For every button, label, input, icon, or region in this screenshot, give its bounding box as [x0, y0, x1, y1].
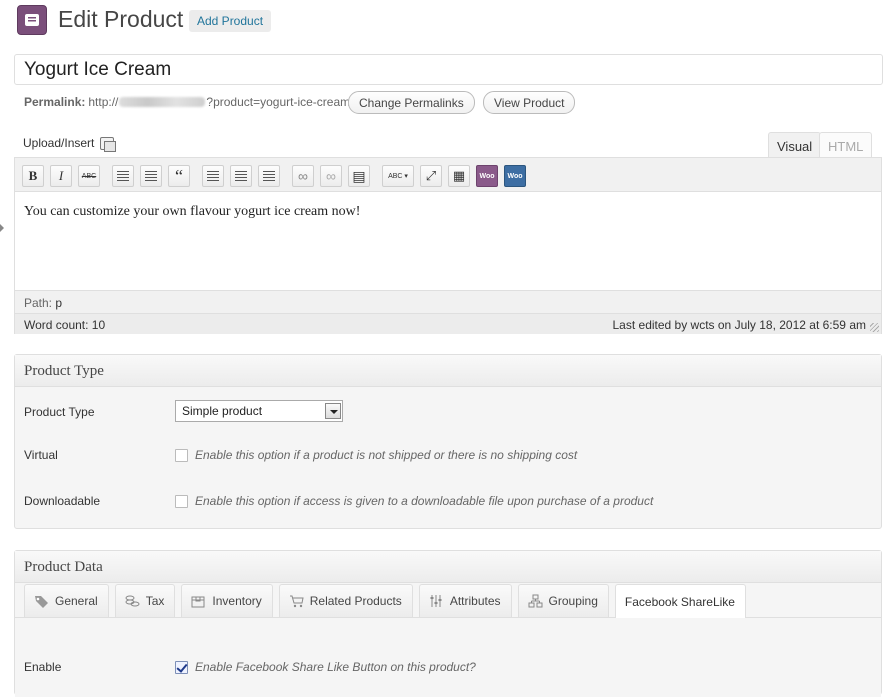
upload-insert[interactable]: Upload/Insert: [23, 136, 117, 152]
downloadable-label: Downloadable: [24, 494, 101, 508]
italic-icon[interactable]: I: [50, 165, 72, 187]
enable-facebook-description: Enable Facebook Share Like Button on thi…: [195, 660, 476, 674]
path-label: Path:: [24, 296, 53, 310]
editor-path: Path: p: [24, 296, 62, 310]
chevron-down-icon[interactable]: [325, 403, 341, 419]
enable-facebook-checkbox[interactable]: [175, 661, 188, 674]
bold-icon[interactable]: B: [22, 165, 44, 187]
tab-tax-label: Tax: [145, 594, 165, 608]
tab-inventory[interactable]: Inventory: [181, 584, 273, 617]
tab-tax[interactable]: Tax: [114, 584, 176, 617]
permalink-suffix: ?product=yogurt-ice-cream: [206, 95, 351, 109]
permalink-label: Permalink:: [24, 95, 86, 109]
spellcheck-icon[interactable]: ABC ▾: [382, 165, 414, 187]
fullscreen-icon[interactable]: ⤢: [420, 165, 442, 187]
tab-inventory-label: Inventory: [212, 594, 262, 608]
tab-general[interactable]: General: [24, 584, 109, 617]
spellcheck-label: ABC: [388, 172, 403, 180]
tab-attributes-label: Attributes: [449, 594, 501, 608]
virtual-checkbox[interactable]: [175, 449, 188, 462]
woo-shortcode-icon[interactable]: Woo: [476, 165, 498, 187]
tab-visual[interactable]: Visual: [768, 132, 822, 159]
change-permalinks-button[interactable]: Change Permalinks: [348, 91, 475, 114]
box-icon: [191, 596, 205, 608]
path-value: p: [55, 296, 63, 310]
content-editor: B I ABC “ ∞ ∞ ▤ ABC ▾ ⤢ ▦ Woo Woo You ca…: [14, 157, 882, 334]
tab-facebook-sharelike[interactable]: Facebook ShareLike: [614, 584, 746, 618]
product-type-label: Product Type: [24, 405, 95, 419]
align-right-icon[interactable]: [258, 165, 280, 187]
woo-label: Woo: [479, 172, 495, 180]
editor-statusbar: Word count: 10 Last edited by wcts on Ju…: [15, 313, 881, 334]
page-title: Edit Product: [58, 6, 184, 32]
product-type-value: Simple product: [182, 404, 263, 418]
virtual-label: Virtual: [24, 448, 58, 462]
product-data-box: Product Data Enable Enable Facebook Shar…: [14, 550, 882, 697]
tab-attributes[interactable]: Attributes: [418, 584, 512, 617]
cart-icon: [289, 595, 304, 608]
woo-blue-label: Woo: [507, 172, 523, 180]
resize-handle-icon[interactable]: [870, 323, 879, 332]
tab-grouping[interactable]: Grouping: [517, 584, 609, 617]
add-media-icon[interactable]: [100, 136, 117, 152]
last-edited: Last edited by wcts on July 18, 2012 at …: [612, 318, 867, 332]
unlink-icon[interactable]: ∞: [320, 165, 342, 187]
kitchen-sink-icon[interactable]: ▦: [448, 165, 470, 187]
permalink-blurred-host: [119, 97, 206, 107]
enable-label: Enable: [24, 660, 62, 674]
product-type-box: Product Type Product Type Simple product…: [14, 354, 882, 529]
attributes-icon: [430, 595, 442, 607]
product-cart-icon: [17, 5, 47, 35]
collapse-arrow-icon[interactable]: [0, 224, 4, 232]
editor-toolbar: B I ABC “ ∞ ∞ ▤ ABC ▾ ⤢ ▦ Woo Woo: [22, 163, 532, 189]
more-tag-icon[interactable]: ▤: [348, 165, 370, 187]
tab-related-products[interactable]: Related Products: [278, 584, 413, 617]
add-product-button[interactable]: Add Product: [189, 10, 272, 32]
product-type-select[interactable]: Simple product: [175, 400, 343, 422]
woo-blue-icon[interactable]: Woo: [504, 165, 526, 187]
product-data-heading[interactable]: Product Data: [15, 551, 881, 583]
grouping-icon: [528, 594, 543, 608]
downloadable-description: Enable this option if access is given to…: [195, 494, 654, 508]
numbered-list-icon[interactable]: [140, 165, 162, 187]
product-data-panel: Enable Enable Facebook Share Like Button…: [15, 617, 881, 697]
bullet-list-icon[interactable]: [112, 165, 134, 187]
editor-content[interactable]: You can customize your own flavour yogur…: [15, 191, 881, 291]
permalink-prefix: http://: [88, 95, 119, 109]
word-count: Word count: 10: [24, 318, 106, 332]
permalink-row: Permalink: http:// ?product=yogurt-ice-c…: [24, 95, 350, 109]
virtual-description: Enable this option if a product is not s…: [195, 448, 578, 462]
upload-insert-label: Upload/Insert: [23, 136, 95, 150]
tab-html[interactable]: HTML: [819, 132, 873, 158]
tab-grouping-label: Grouping: [548, 594, 598, 608]
link-icon[interactable]: ∞: [292, 165, 314, 187]
coins-icon: [125, 595, 140, 607]
downloadable-checkbox[interactable]: [175, 495, 188, 508]
tab-general-label: General: [55, 594, 98, 608]
product-data-tabs: General Tax Inventory Related Products A…: [24, 584, 752, 618]
align-left-icon[interactable]: [202, 165, 224, 187]
tab-facebook-sharelike-label: Facebook ShareLike: [624, 594, 735, 609]
product-title-input[interactable]: [14, 54, 883, 85]
view-product-button[interactable]: View Product: [483, 91, 576, 114]
tag-icon: [35, 596, 48, 608]
strikethrough-icon[interactable]: ABC: [78, 165, 100, 187]
align-center-icon[interactable]: [230, 165, 252, 187]
blockquote-icon[interactable]: “: [168, 165, 190, 187]
product-type-heading[interactable]: Product Type: [15, 355, 881, 387]
tab-related-products-label: Related Products: [309, 594, 402, 608]
